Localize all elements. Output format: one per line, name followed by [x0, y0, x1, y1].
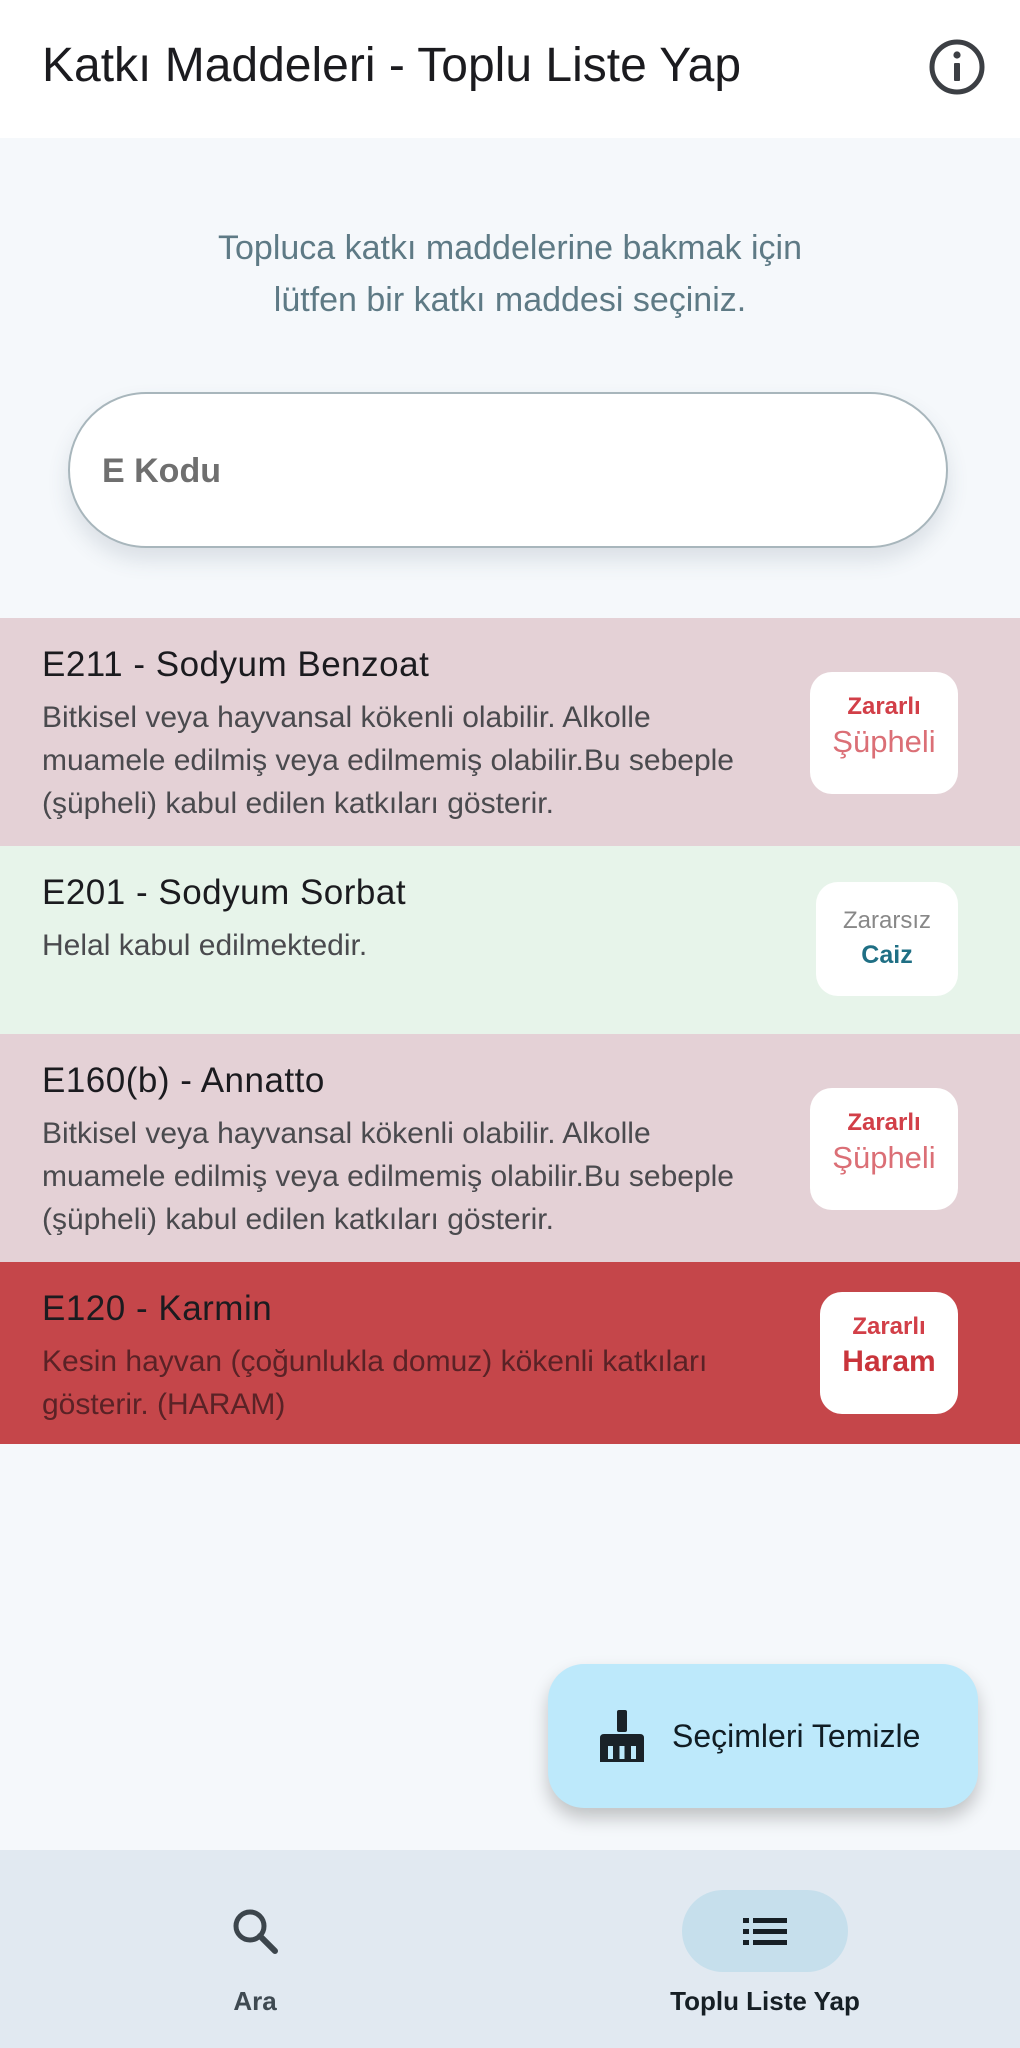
search-box[interactable]: [68, 392, 948, 548]
nav-icon-container: [172, 1890, 338, 1972]
status-badge: Zararlı Şüpheli: [810, 672, 958, 794]
status-badge: Zararlı Haram: [820, 1292, 958, 1414]
health-label: Zararlı: [847, 1109, 921, 1136]
health-label: Zararsız: [842, 907, 931, 934]
list-icon: [743, 1918, 787, 1945]
list-item[interactable]: E211 - Sodyum Benzoat Bitkisel veya hayv…: [0, 618, 1020, 846]
list-item[interactable]: E120 - Karmin Kesin hayvan (çoğunlukla d…: [0, 1262, 1020, 1444]
item-description: Kesin hayvan (çoğunlukla domuz) kökenli …: [42, 1345, 708, 1421]
item-description: Helal kabul edilmektedir.: [42, 929, 368, 962]
status-label: Haram: [842, 1345, 936, 1378]
status-label: Şüpheli: [832, 1140, 936, 1175]
status-badge: Zararsız Caiz: [816, 882, 958, 996]
page-title: Katkı Maddeleri - Toplu Liste Yap: [42, 39, 742, 92]
additive-list: E211 - Sodyum Benzoat Bitkisel veya hayv…: [0, 618, 1020, 1444]
item-description: Bitkisel veya hayvansal kökenli olabilir…: [42, 1117, 734, 1236]
item-description: Bitkisel veya hayvansal kökenli olabilir…: [42, 701, 734, 820]
intro-line-2: lütfen bir katkı maddesi seçiniz.: [273, 281, 747, 319]
nav-item-ara[interactable]: Ara: [0, 1850, 510, 2048]
broom-icon: [592, 1706, 652, 1766]
list-item[interactable]: E201 - Sodyum Sorbat Helal kabul edilmek…: [0, 846, 1020, 1034]
status-label: Şüpheli: [832, 724, 936, 759]
app-bar: Katkı Maddeleri - Toplu Liste Yap: [0, 0, 1020, 138]
health-label: Zararlı: [852, 1313, 926, 1340]
status-badge: Zararlı Şüpheli: [810, 1088, 958, 1210]
nav-item-toplu-liste-yap[interactable]: Toplu Liste Yap: [510, 1850, 1020, 2048]
status-label: Caiz: [861, 941, 913, 969]
info-icon[interactable]: [926, 36, 988, 98]
bottom-navigation: Ara Toplu Liste Yap: [0, 1850, 1020, 2048]
intro-line-1: Topluca katkı maddelerine bakmak için: [218, 229, 802, 267]
nav-label: Ara: [233, 1986, 277, 2016]
health-label: Zararlı: [847, 693, 921, 720]
fab-label: Seçimleri Temizle: [672, 1718, 921, 1754]
e-code-input[interactable]: [100, 394, 904, 548]
nav-label: Toplu Liste Yap: [670, 1986, 860, 2016]
intro-text: Topluca katkı maddelerine bakmak için lü…: [0, 222, 1020, 326]
search-icon: [233, 1909, 278, 1954]
nav-icon-container-active: [682, 1890, 848, 1972]
list-item[interactable]: E160(b) - Annatto Bitkisel veya hayvansa…: [0, 1034, 1020, 1262]
clear-selections-button[interactable]: Seçimleri Temizle: [548, 1664, 978, 1808]
